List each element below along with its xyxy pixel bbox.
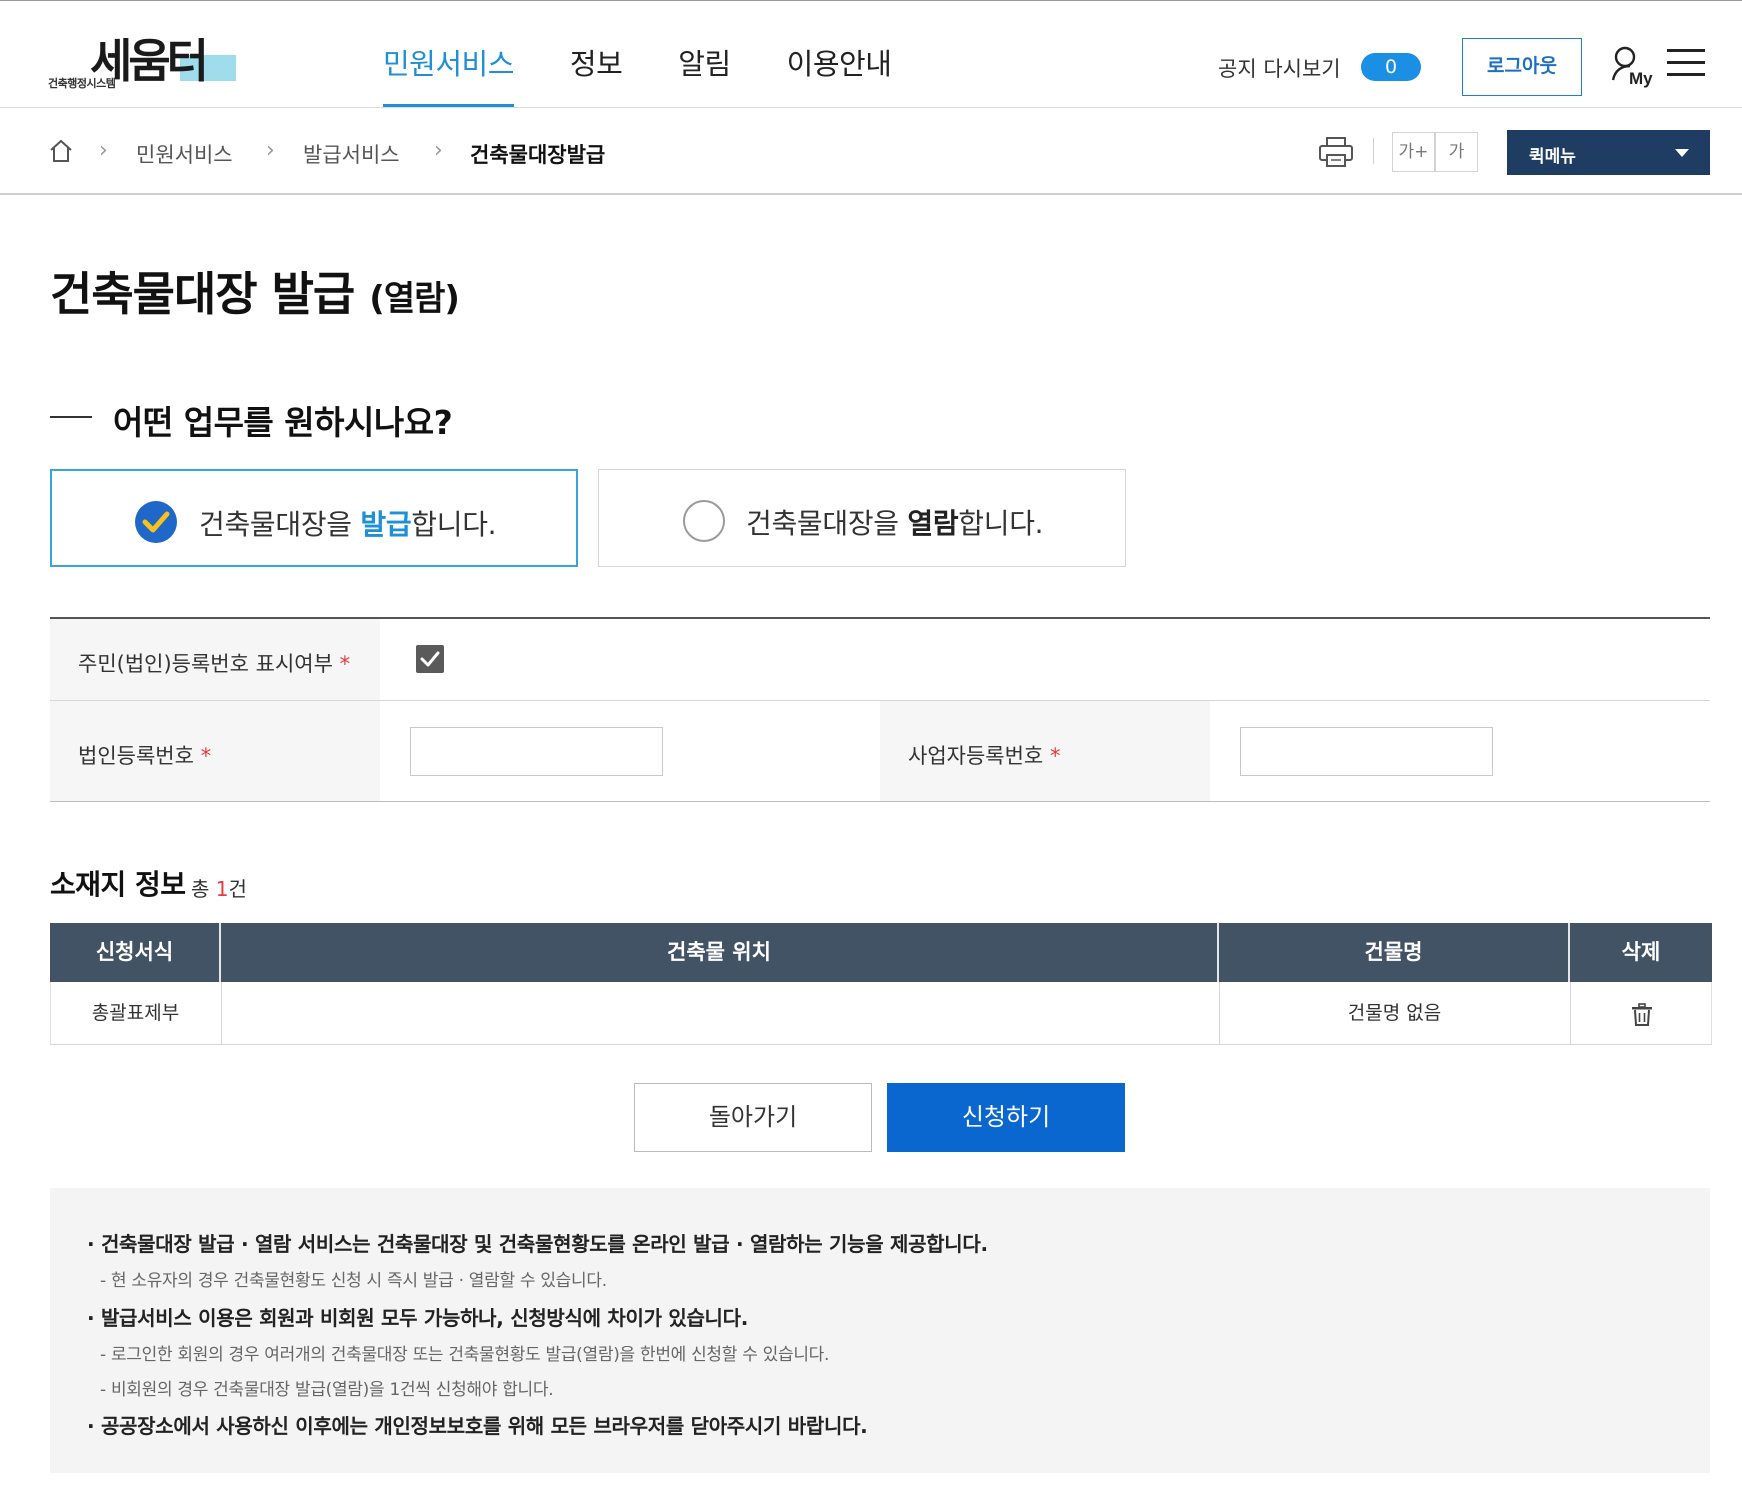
main-nav: 민원서비스 정보 알림 이용안내 (383, 41, 947, 107)
table-header: 신청서식 건축물 위치 건물명 삭제 (50, 923, 1712, 982)
info-sub-text: - 현 소유자의 경우 건축물현황도 신청 시 즉시 발급 · 열람할 수 있습… (100, 1271, 607, 1291)
info-main-text: · 발급서비스 이용은 회원과 비회원 모두 가능하나, 신청방식에 차이가 있… (87, 1306, 749, 1330)
chevron-right-icon: › (99, 138, 108, 163)
option-issue-label: 건축물대장을 발급합니다. (199, 508, 497, 541)
id-display-checkbox[interactable] (416, 645, 444, 673)
quick-menu-label: 퀵메뉴 (1529, 147, 1576, 167)
nav-notice[interactable]: 알림 (678, 41, 731, 107)
option-keyword: 열람 (907, 507, 959, 540)
column-divider (1570, 982, 1571, 1045)
info-sub-text: - 비회원의 경우 건축물대장 발급(열람)을 1건씩 신청해야 합니다. (100, 1380, 554, 1400)
nav-guide[interactable]: 이용안내 (787, 41, 892, 107)
nav-civil-service[interactable]: 민원서비스 (383, 41, 514, 107)
info-main-text: · 공공장소에서 사용하신 이후에는 개인정보보호를 위해 모든 브라우저를 닫… (87, 1414, 868, 1438)
location-title: 소재지 정보 (50, 868, 186, 901)
id-display-label: 주민(법인)등록번호 표시여부 * (78, 652, 351, 676)
page-title-sub: (열람) (369, 279, 460, 319)
option-issue[interactable]: 건축물대장을 발급합니다. (50, 469, 578, 567)
notice-reshow-label: 공지 다시보기 (1218, 57, 1341, 81)
cell-form-type: 총괄표제부 (91, 1002, 180, 1024)
info-box: · 건축물대장 발급 · 열람 서비스는 건축물대장 및 건축물현황도를 온라인… (50, 1188, 1710, 1473)
option-view[interactable]: 건축물대장을 열람합니다. (598, 469, 1126, 567)
divider (1373, 138, 1374, 164)
caret-down-icon (1675, 149, 1689, 157)
font-size-default-button[interactable]: 가 (1435, 132, 1478, 172)
trash-icon[interactable] (1631, 1003, 1653, 1027)
page-title-main: 건축물대장 발급 (50, 267, 355, 321)
site-logo[interactable]: 세움터 건축행정시스템 (48, 23, 248, 93)
font-size-up-button[interactable]: 가+ (1392, 132, 1435, 172)
my-page-icon[interactable]: My (1610, 44, 1654, 88)
corp-no-label: 법인등록번호 * (78, 744, 212, 768)
corp-no-input[interactable] (410, 727, 663, 776)
logout-button[interactable]: 로그아웃 (1462, 38, 1582, 96)
column-header: 건물명 (1364, 940, 1423, 964)
page-title: 건축물대장 발급 (열람) (50, 258, 460, 324)
my-label: My (1629, 69, 1653, 88)
biz-no-label: 사업자등록번호 * (908, 744, 1061, 768)
logo-subtitle: 건축행정시스템 (48, 77, 116, 90)
biz-no-input[interactable] (1240, 727, 1493, 776)
cell-address (222, 982, 1218, 1045)
site-header: 세움터 건축행정시스템 민원서비스 정보 알림 이용안내 공지 다시보기 0 로… (0, 1, 1742, 108)
column-header: 건축물 위치 (667, 940, 771, 964)
menu-icon[interactable] (1667, 49, 1705, 81)
print-icon[interactable] (1318, 136, 1354, 168)
breadcrumb-current: 건축물대장발급 (470, 143, 606, 167)
chevron-right-icon: › (266, 138, 275, 163)
column-header: 신청서식 (95, 940, 174, 964)
form-bottom-border (50, 801, 1710, 802)
column-header: 삭제 (1621, 940, 1661, 964)
question-heading: 어떤 업무를 원하시나요? (113, 403, 453, 442)
radio-checked-icon[interactable] (134, 500, 178, 544)
info-sub-text: - 로그인한 회원의 경우 여러개의 건축물대장 또는 건축물현황도 발급(열람… (100, 1345, 830, 1365)
back-button[interactable]: 돌아가기 (634, 1083, 872, 1152)
quick-menu-select[interactable]: 퀵메뉴 (1507, 130, 1710, 175)
cell-building-name: 건물명 없음 (1347, 1002, 1442, 1024)
breadcrumb-item[interactable]: 발급서비스 (303, 139, 400, 169)
breadcrumb-item[interactable]: 민원서비스 (136, 139, 233, 169)
nav-info[interactable]: 정보 (570, 41, 623, 107)
option-keyword: 발급 (360, 508, 412, 541)
location-count: 총 1건 (191, 877, 247, 901)
info-main-text: · 건축물대장 발급 · 열람 서비스는 건축물대장 및 건축물현황도를 온라인… (87, 1232, 988, 1256)
table-row: 총괄표제부 건물명 없음 (50, 982, 1712, 1045)
apply-button[interactable]: 신청하기 (887, 1083, 1125, 1152)
option-view-label: 건축물대장을 열람합니다. (746, 507, 1044, 540)
chevron-right-icon: › (434, 138, 443, 163)
breadcrumb-bar: › 민원서비스 › 발급서비스 › 건축물대장발급 가+ 가 퀵메뉴 (0, 108, 1742, 195)
section-line (50, 416, 92, 418)
radio-unchecked-icon[interactable] (683, 500, 725, 542)
home-icon[interactable] (48, 138, 74, 164)
notice-reshow-toggle[interactable]: 0 (1361, 53, 1421, 81)
